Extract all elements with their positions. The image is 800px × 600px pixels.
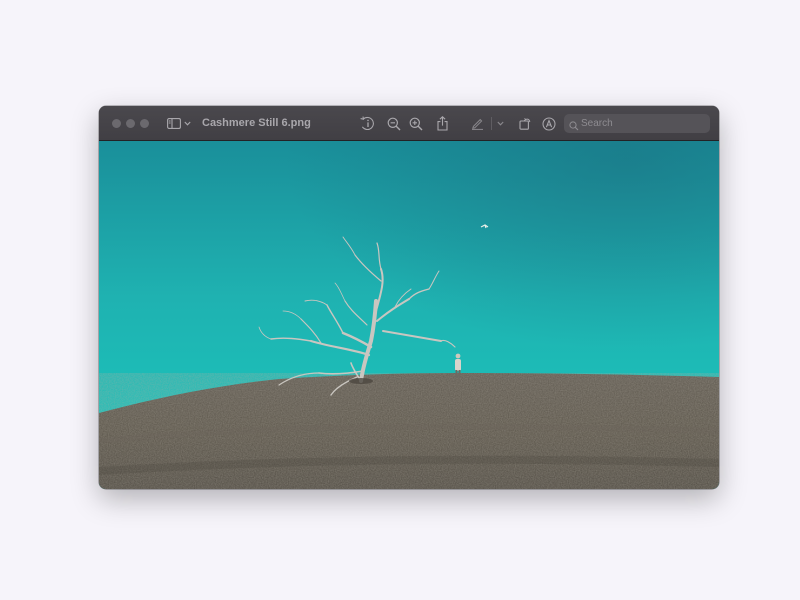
markup-pen-icon[interactable] [470, 115, 484, 132]
close-window-button[interactable] [112, 119, 121, 128]
search-icon [569, 118, 579, 136]
markup-chevron-down-icon[interactable] [496, 115, 505, 132]
preview-window: Cashmere Still 6.png [99, 106, 719, 489]
zoom-window-button[interactable] [140, 119, 149, 128]
zoom-in-icon[interactable] [408, 115, 423, 132]
minimize-window-button[interactable] [126, 119, 135, 128]
rotate-icon[interactable] [518, 115, 531, 132]
view-menu-chevron-down-icon[interactable] [183, 115, 192, 132]
search-field[interactable] [564, 114, 710, 133]
image-canvas [99, 141, 719, 489]
landscape-photo [99, 141, 719, 489]
info-icon[interactable] [358, 115, 375, 132]
annotate-icon[interactable] [541, 115, 556, 132]
sidebar-toggle-icon[interactable] [166, 115, 181, 132]
share-icon[interactable] [436, 115, 449, 132]
zoom-out-icon[interactable] [386, 115, 401, 132]
toolbar-divider [491, 117, 492, 130]
search-input[interactable] [581, 115, 703, 132]
title-bar[interactable]: Cashmere Still 6.png [99, 106, 719, 141]
window-title: Cashmere Still 6.png [202, 117, 311, 129]
